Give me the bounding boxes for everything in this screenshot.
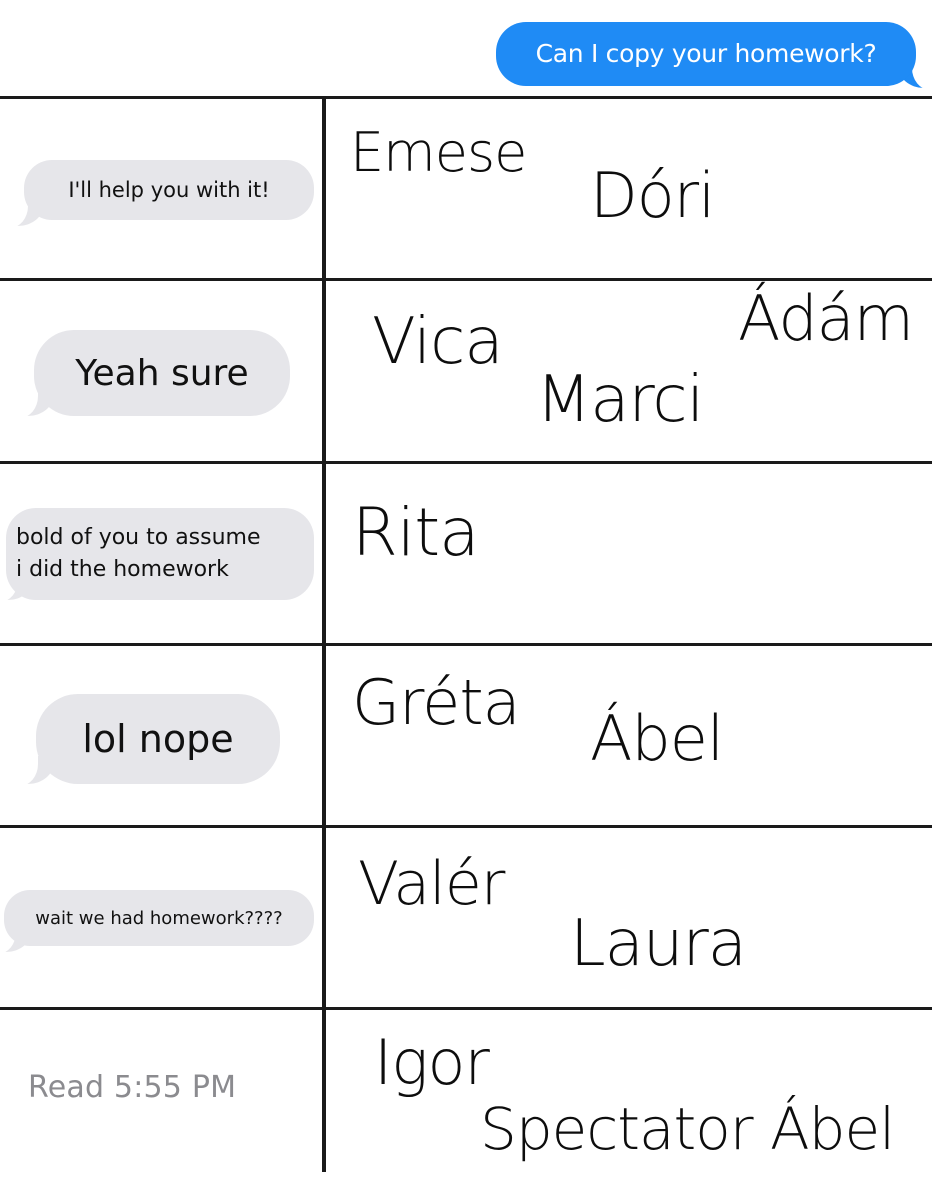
name-marci: Marci bbox=[536, 363, 704, 437]
name-vica: Vica bbox=[372, 305, 504, 379]
meme-chart: Can I copy your homework? I'll help you … bbox=[0, 0, 945, 1181]
column-divider bbox=[322, 96, 326, 1172]
row-divider bbox=[0, 96, 932, 99]
name-dori: Dóri bbox=[590, 159, 715, 232]
sent-message-bubble: Can I copy your homework? bbox=[496, 22, 916, 86]
reply-bubble-wait-homework: wait we had homework???? bbox=[4, 890, 314, 946]
row-divider bbox=[0, 278, 932, 281]
name-abel: Ábel bbox=[590, 702, 724, 775]
name-rita: Rita bbox=[352, 494, 480, 571]
name-greta: Gréta bbox=[352, 666, 521, 739]
name-adam: Ádám bbox=[738, 282, 914, 355]
row-divider bbox=[0, 825, 932, 828]
name-igor: Igor bbox=[374, 1026, 490, 1099]
row-divider bbox=[0, 461, 932, 464]
name-emese: Emese bbox=[350, 121, 527, 184]
name-spectator-abel: Spectator Ábel bbox=[480, 1095, 895, 1163]
name-laura: Laura bbox=[570, 907, 747, 981]
row-divider bbox=[0, 643, 932, 646]
reply-bubble-bold-assume: bold of you to assume i did the homework bbox=[6, 508, 314, 600]
reply-bubble-help: I'll help you with it! bbox=[24, 160, 314, 220]
reply-bubble-yeah-sure: Yeah sure bbox=[34, 330, 290, 416]
row-divider bbox=[0, 1007, 932, 1010]
name-valer: Valér bbox=[358, 849, 505, 919]
reply-bubble-lol-nope: lol nope bbox=[36, 694, 280, 784]
read-receipt: Read 5:55 PM bbox=[28, 1070, 237, 1105]
